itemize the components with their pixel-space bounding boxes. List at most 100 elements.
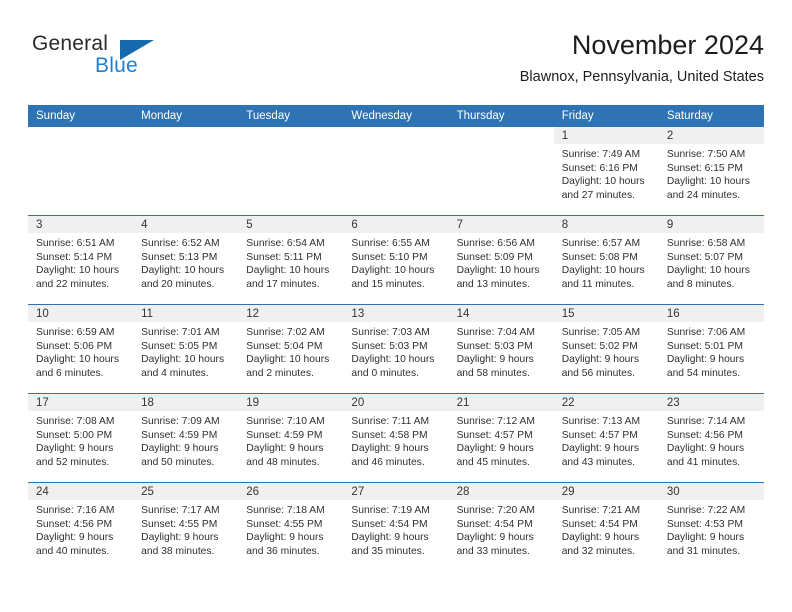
weekday-header-monday: Monday <box>133 105 239 127</box>
sunrise-text: Sunrise: 7:19 AM <box>351 505 430 516</box>
daylight-text-line2: and 40 minutes. <box>36 545 110 557</box>
sunset-text: Sunset: 5:10 PM <box>351 251 428 263</box>
calendar-day-cell[interactable]: 29 Sunrise: 7:21 AM Sunset: 4:54 PM Dayligh… <box>553 483 659 571</box>
calendar-day-cell[interactable]: 24 Sunrise: 7:16 AM Sunset: 4:56 PM Dayligh… <box>28 483 134 571</box>
calendar-day-cell[interactable]: 2 Sunrise: 7:50 AM Sunset: 6:15 PM Daylight… <box>658 127 764 215</box>
calendar-day-cell[interactable]: 20 Sunrise: 7:11 AM Sunset: 4:58 PM Dayligh… <box>343 394 449 482</box>
sunrise-text: Sunrise: 7:16 AM <box>36 505 115 516</box>
calendar-day-cell[interactable]: 8 Sunrise: 6:57 AM Sunset: 5:08 PM Daylight… <box>553 216 659 304</box>
sunset-text: Sunset: 4:54 PM <box>456 518 533 530</box>
sunrise-text: Sunrise: 7:08 AM <box>36 416 115 427</box>
brand-logo[interactable]: General Blue <box>32 32 212 84</box>
calendar-day-cell[interactable]: 21 Sunrise: 7:12 AM Sunset: 4:57 PM Dayligh… <box>448 394 554 482</box>
day-number: 21 <box>448 394 554 411</box>
calendar-day-cell[interactable]: 5 Sunrise: 6:54 AM Sunset: 5:11 PM Daylight… <box>238 216 344 304</box>
sunrise-text: Sunrise: 6:59 AM <box>36 327 115 338</box>
calendar-day-cell[interactable]: 11 Sunrise: 7:01 AM Sunset: 5:05 PM Dayligh… <box>133 305 239 393</box>
daylight-text-line2: and 35 minutes. <box>351 545 425 557</box>
sunrise-text: Sunrise: 7:05 AM <box>561 327 641 338</box>
sunrise-text: Sunrise: 7:14 AM <box>666 416 746 427</box>
day-sun-info: Sunrise: 6:51 AM Sunset: 5:14 PM Daylight:… <box>28 233 133 291</box>
calendar-day-cell-empty <box>133 127 239 215</box>
calendar-day-cell[interactable]: 4 Sunrise: 6:52 AM Sunset: 5:13 PM Daylight… <box>133 216 239 304</box>
daylight-text-line1: Daylight: 9 hours <box>666 532 745 544</box>
day-number: 5 <box>238 216 344 233</box>
calendar-day-cell[interactable]: 28 Sunrise: 7:20 AM Sunset: 4:54 PM Dayligh… <box>448 483 554 571</box>
sunset-text: Sunset: 5:03 PM <box>456 340 533 352</box>
calendar-day-cell[interactable]: 26 Sunrise: 7:18 AM Sunset: 4:55 PM Dayligh… <box>238 483 344 571</box>
sunset-text: Sunset: 4:58 PM <box>351 429 428 441</box>
day-number: 27 <box>343 483 449 500</box>
day-sun-info: Sunrise: 7:04 AM Sunset: 5:03 PM Daylight:… <box>449 322 554 380</box>
calendar-day-cell[interactable]: 23 Sunrise: 7:14 AM Sunset: 4:56 PM Dayligh… <box>658 394 764 482</box>
calendar-day-cell[interactable]: 3 Sunrise: 6:51 AM Sunset: 5:14 PM Daylight… <box>28 216 134 304</box>
day-number: 2 <box>658 127 764 144</box>
calendar-day-cell[interactable]: 25 Sunrise: 7:17 AM Sunset: 4:55 PM Dayligh… <box>133 483 239 571</box>
sunset-text: Sunset: 5:13 PM <box>141 251 218 263</box>
calendar-day-cell[interactable]: 15 Sunrise: 7:05 AM Sunset: 5:02 PM Dayligh… <box>553 305 659 393</box>
daylight-text-line2: and 11 minutes. <box>561 278 635 290</box>
daylight-text-line2: and 41 minutes. <box>666 456 741 468</box>
sunset-text: Sunset: 5:11 PM <box>246 251 322 263</box>
daylight-text-line2: and 43 minutes. <box>561 456 635 468</box>
calendar-day-cell[interactable]: 18 Sunrise: 7:09 AM Sunset: 4:59 PM Dayligh… <box>133 394 239 482</box>
calendar-cell: 18 Sunrise: 7:09 AM Sunset: 4:59 PM Dayligh… <box>133 393 239 483</box>
sunset-text: Sunset: 5:03 PM <box>351 340 428 352</box>
daylight-text-line2: and 32 minutes. <box>561 545 635 557</box>
daylight-text-line2: and 36 minutes. <box>246 545 320 557</box>
calendar-cell: 23 Sunrise: 7:14 AM Sunset: 4:56 PM Dayligh… <box>658 393 764 483</box>
calendar-day-cell[interactable]: 10 Sunrise: 6:59 AM Sunset: 5:06 PM Dayligh… <box>28 305 134 393</box>
day-number: 12 <box>238 305 344 322</box>
calendar-day-cell[interactable]: 16 Sunrise: 7:06 AM Sunset: 5:01 PM Dayligh… <box>658 305 764 393</box>
day-number: 24 <box>28 483 134 500</box>
weekday-header-wednesday: Wednesday <box>343 105 449 127</box>
day-sun-info: Sunrise: 7:02 AM Sunset: 5:04 PM Daylight:… <box>238 322 343 380</box>
day-number: 3 <box>28 216 134 233</box>
sunrise-text: Sunrise: 7:49 AM <box>561 149 641 160</box>
calendar-day-cell[interactable]: 13 Sunrise: 7:03 AM Sunset: 5:03 PM Dayligh… <box>343 305 449 393</box>
calendar-day-cell-empty <box>28 127 134 215</box>
sunrise-text: Sunrise: 6:58 AM <box>666 238 746 249</box>
daylight-text-line1: Daylight: 9 hours <box>456 354 534 366</box>
day-number: 13 <box>343 305 449 322</box>
sunrise-text: Sunrise: 7:06 AM <box>666 327 746 338</box>
daylight-text-line2: and 22 minutes. <box>36 278 110 290</box>
calendar-cell: 12 Sunrise: 7:02 AM Sunset: 5:04 PM Dayligh… <box>238 304 344 394</box>
calendar-week-row: 1 Sunrise: 7:49 AM Sunset: 6:16 PM Daylight… <box>28 127 764 216</box>
calendar-day-cell[interactable]: 27 Sunrise: 7:19 AM Sunset: 4:54 PM Dayligh… <box>343 483 449 571</box>
calendar-day-cell-empty <box>238 127 344 215</box>
calendar-cell: 19 Sunrise: 7:10 AM Sunset: 4:59 PM Dayligh… <box>238 393 344 483</box>
calendar-cell <box>238 127 344 216</box>
calendar-day-cell[interactable]: 30 Sunrise: 7:22 AM Sunset: 4:53 PM Dayligh… <box>658 483 764 571</box>
calendar-day-cell[interactable]: 14 Sunrise: 7:04 AM Sunset: 5:03 PM Dayligh… <box>448 305 554 393</box>
calendar-day-cell[interactable]: 7 Sunrise: 6:56 AM Sunset: 5:09 PM Daylight… <box>448 216 554 304</box>
daylight-text-line1: Daylight: 9 hours <box>141 443 219 455</box>
daylight-text-line2: and 50 minutes. <box>141 456 215 468</box>
daylight-text-line1: Daylight: 9 hours <box>246 532 324 544</box>
brand-name-bottom: Blue <box>95 54 138 77</box>
daylight-text-line2: and 31 minutes. <box>666 545 741 557</box>
calendar-week-row: 10 Sunrise: 6:59 AM Sunset: 5:06 PM Dayligh… <box>28 304 764 394</box>
calendar-day-cell[interactable]: 17 Sunrise: 7:08 AM Sunset: 5:00 PM Dayligh… <box>28 394 134 482</box>
sunset-text: Sunset: 5:07 PM <box>666 251 743 263</box>
sunset-text: Sunset: 4:55 PM <box>246 518 323 530</box>
sunset-text: Sunset: 5:09 PM <box>456 251 533 263</box>
calendar-day-cell[interactable]: 1 Sunrise: 7:49 AM Sunset: 6:16 PM Daylight… <box>553 127 659 215</box>
calendar-day-cell[interactable]: 9 Sunrise: 6:58 AM Sunset: 5:07 PM Daylight… <box>658 216 764 304</box>
sunset-text: Sunset: 4:57 PM <box>456 429 533 441</box>
calendar-day-cell[interactable]: 22 Sunrise: 7:13 AM Sunset: 4:57 PM Dayligh… <box>553 394 659 482</box>
calendar-cell: 21 Sunrise: 7:12 AM Sunset: 4:57 PM Dayligh… <box>448 393 554 483</box>
daylight-text-line2: and 0 minutes. <box>351 367 419 379</box>
daylight-text-line2: and 48 minutes. <box>246 456 320 468</box>
calendar-day-cell[interactable]: 19 Sunrise: 7:10 AM Sunset: 4:59 PM Dayligh… <box>238 394 344 482</box>
day-sun-info: Sunrise: 7:01 AM Sunset: 5:05 PM Daylight:… <box>133 322 238 380</box>
calendar-day-cell[interactable]: 12 Sunrise: 7:02 AM Sunset: 5:04 PM Dayligh… <box>238 305 344 393</box>
day-number: 10 <box>28 305 134 322</box>
day-number: 20 <box>343 394 449 411</box>
calendar-cell: 20 Sunrise: 7:11 AM Sunset: 4:58 PM Dayligh… <box>343 393 449 483</box>
calendar-day-cell[interactable]: 6 Sunrise: 6:55 AM Sunset: 5:10 PM Daylight… <box>343 216 449 304</box>
calendar-cell: 15 Sunrise: 7:05 AM Sunset: 5:02 PM Dayligh… <box>553 304 659 394</box>
day-number: 11 <box>133 305 239 322</box>
sunrise-text: Sunrise: 6:51 AM <box>36 238 115 249</box>
sunrise-text: Sunrise: 7:21 AM <box>561 505 641 516</box>
